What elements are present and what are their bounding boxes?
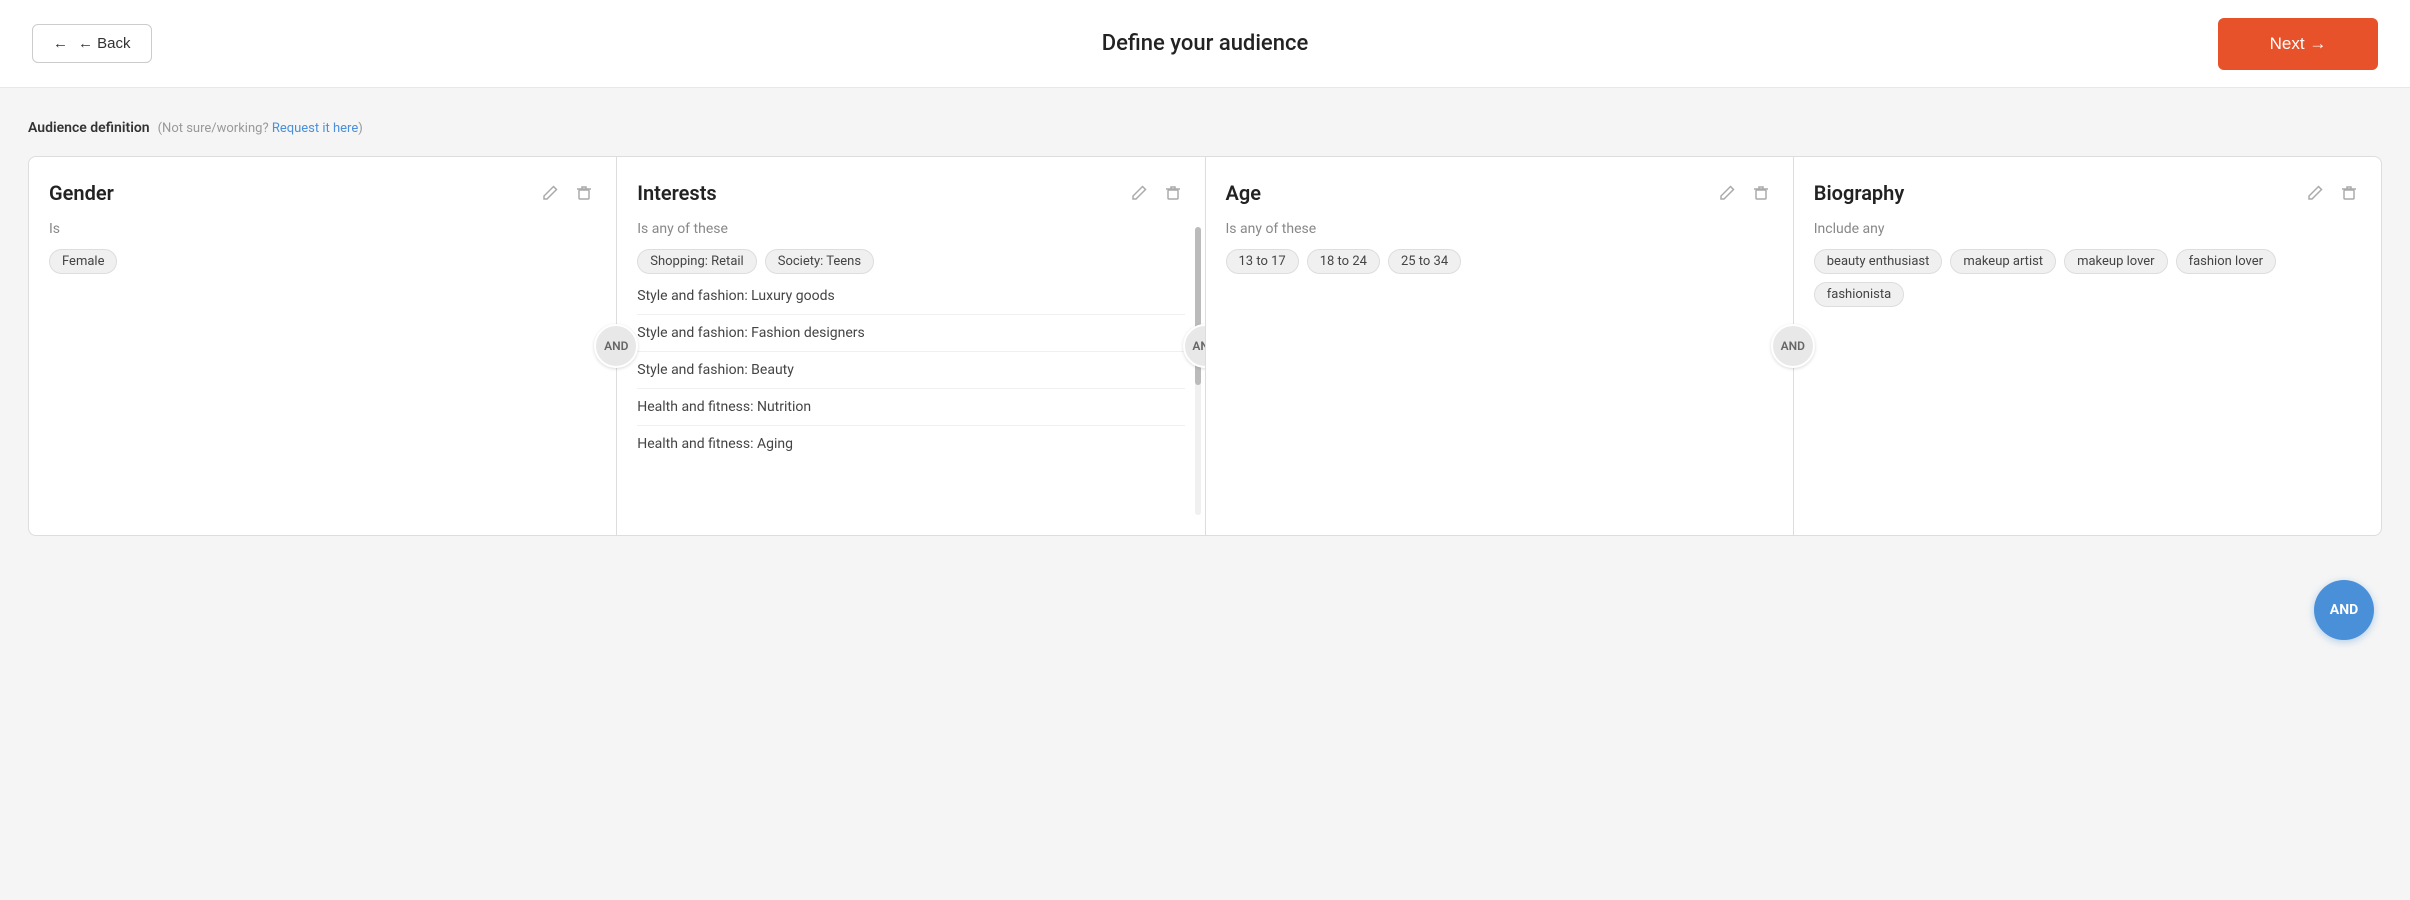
age-tags: 13 to 17 18 to 24 25 to 34	[1226, 249, 1773, 274]
tag-fashion-lover: fashion lover	[2176, 249, 2276, 274]
scrollbar-track[interactable]	[1195, 227, 1201, 515]
gender-card-actions	[538, 183, 596, 203]
biography-condition: Include any	[1814, 221, 2361, 237]
audience-definition-sub: (Not sure/working? Request it here)	[158, 121, 363, 136]
interests-card-title: Interests	[637, 181, 716, 205]
list-item-fashion-designers: Style and fashion: Fashion designers	[637, 315, 1184, 352]
interests-condition: Is any of these	[637, 221, 1184, 237]
list-item-beauty: Style and fashion: Beauty	[637, 352, 1184, 389]
tag-18-24: 18 to 24	[1307, 249, 1380, 274]
tag-25-34: 25 to 34	[1388, 249, 1461, 274]
cards-container: Gender Is Fem	[28, 156, 2382, 536]
and-badge-interests-age: AND	[1183, 324, 1206, 368]
gender-delete-button[interactable]	[572, 183, 596, 203]
interests-card-actions	[1127, 183, 1185, 203]
header: ← ← Back Define your audience Next →	[0, 0, 2410, 88]
interests-top-tags: Shopping: Retail Society: Teens	[637, 249, 1184, 274]
back-button[interactable]: ← ← Back	[32, 24, 152, 63]
gender-tags: Female	[49, 249, 596, 274]
gender-edit-button[interactable]	[538, 183, 562, 203]
add-and-button[interactable]: AND	[2314, 580, 2374, 640]
tag-makeup-artist: makeup artist	[1950, 249, 2056, 274]
age-delete-button[interactable]	[1749, 183, 1773, 203]
tag-shopping-retail: Shopping: Retail	[637, 249, 756, 274]
trash-icon	[1165, 185, 1181, 201]
list-item-nutrition: Health and fitness: Nutrition	[637, 389, 1184, 426]
gender-card-title: Gender	[49, 181, 114, 205]
biography-card-header: Biography	[1814, 181, 2361, 205]
biography-card-actions	[2303, 183, 2361, 203]
interests-list: Style and fashion: Luxury goods Style an…	[637, 278, 1184, 462]
and-badge-gender-interests: AND	[594, 324, 638, 368]
back-label: ← Back	[78, 35, 131, 52]
age-card: Age Is any of these	[1206, 157, 1794, 535]
audience-definition-label: Audience definition	[28, 120, 150, 136]
tag-makeup-lover: makeup lover	[2064, 249, 2168, 274]
next-button[interactable]: Next →	[2218, 18, 2378, 70]
main-content: Audience definition (Not sure/working? R…	[0, 88, 2410, 568]
biography-delete-button[interactable]	[2337, 183, 2361, 203]
tag-13-17: 13 to 17	[1226, 249, 1299, 274]
trash-icon	[576, 185, 592, 201]
interests-card-header: Interests	[637, 181, 1184, 205]
request-link[interactable]: Request it here	[272, 121, 358, 136]
biography-card-title: Biography	[1814, 181, 1905, 205]
tag-fashionista: fashionista	[1814, 282, 1904, 307]
gender-card: Gender Is Fem	[29, 157, 617, 535]
tag-female: Female	[49, 249, 117, 274]
interests-delete-button[interactable]	[1161, 183, 1185, 203]
age-edit-button[interactable]	[1715, 183, 1739, 203]
edit-icon	[542, 185, 558, 201]
biography-tags: beauty enthusiast makeup artist makeup l…	[1814, 249, 2361, 307]
age-card-actions	[1715, 183, 1773, 203]
trash-icon	[2341, 185, 2357, 201]
interests-edit-button[interactable]	[1127, 183, 1151, 203]
edit-icon	[2307, 185, 2323, 201]
edit-icon	[1131, 185, 1147, 201]
biography-card: Biography Include any	[1794, 157, 2381, 535]
tag-beauty-enthusiast: beauty enthusiast	[1814, 249, 1943, 274]
age-condition: Is any of these	[1226, 221, 1773, 237]
page-title: Define your audience	[1102, 31, 1308, 56]
list-item-aging: Health and fitness: Aging	[637, 426, 1184, 462]
interests-card: Interests Is any of these	[617, 157, 1205, 535]
biography-edit-button[interactable]	[2303, 183, 2327, 203]
and-badge-age-biography: AND	[1771, 324, 1815, 368]
gender-condition: Is	[49, 221, 596, 237]
edit-icon	[1719, 185, 1735, 201]
back-arrow-icon: ←	[53, 35, 68, 52]
trash-icon	[1753, 185, 1769, 201]
age-card-header: Age	[1226, 181, 1773, 205]
age-card-title: Age	[1226, 181, 1262, 205]
list-item-luxury: Style and fashion: Luxury goods	[637, 278, 1184, 315]
tag-society-teens: Society: Teens	[765, 249, 874, 274]
gender-card-header: Gender	[49, 181, 596, 205]
audience-label-row: Audience definition (Not sure/working? R…	[28, 120, 2382, 136]
next-label: Next →	[2270, 34, 2327, 54]
